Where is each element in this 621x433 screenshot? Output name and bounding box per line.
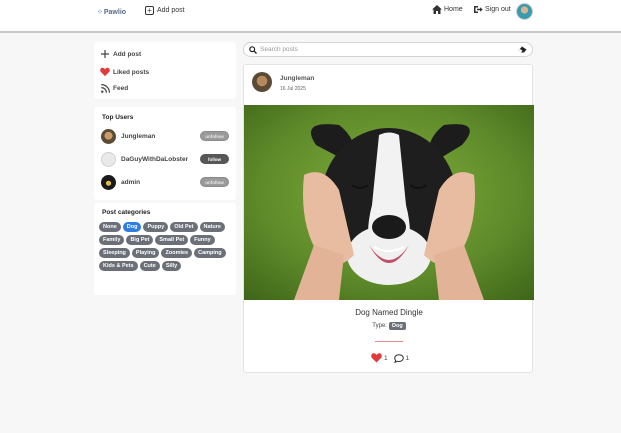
avatar[interactable] bbox=[101, 151, 116, 167]
plus-square-icon: + bbox=[145, 6, 154, 15]
like-button[interactable]: 1 bbox=[371, 353, 388, 363]
nav-sign-out-link[interactable]: Sign out bbox=[473, 5, 511, 14]
nav-add-post-label: Add post bbox=[157, 7, 185, 14]
top-user-row: admin unfollow bbox=[101, 174, 229, 190]
top-user-row: DaGuyWithDaLobster follow bbox=[101, 151, 229, 167]
top-user-name[interactable]: DaGuyWithDaLobster bbox=[121, 156, 200, 163]
category-tag[interactable]: Old Pet bbox=[170, 222, 198, 232]
rss-icon bbox=[100, 84, 110, 93]
category-tag[interactable]: Puppy bbox=[143, 222, 169, 232]
follow-button[interactable]: follow bbox=[200, 154, 229, 164]
category-tag[interactable]: Kids & Pets bbox=[99, 261, 138, 271]
post-stats: 1 1 bbox=[371, 353, 415, 363]
divider bbox=[375, 341, 403, 342]
sign-out-icon bbox=[474, 6, 483, 13]
search-input[interactable]: Search posts bbox=[260, 46, 518, 53]
like-count: 1 bbox=[384, 354, 388, 362]
category-tag-list: None Dog Puppy Old Pet Nature Family Big Pet Sm… bbox=[99, 222, 233, 271]
post-categories-title: Post categories bbox=[102, 209, 151, 216]
top-users-card: Top Users Jungleman unfollow DaGuyWithDa… bbox=[94, 107, 236, 200]
avatar[interactable] bbox=[101, 128, 116, 144]
plus-icon bbox=[100, 50, 110, 58]
post-type: Type: Dog bbox=[244, 322, 534, 330]
user-avatar[interactable] bbox=[516, 3, 533, 20]
sidebar-item-feed[interactable]: Feed bbox=[100, 84, 128, 93]
category-tag[interactable]: Silly bbox=[161, 261, 182, 271]
category-tag[interactable]: Zoomies bbox=[161, 248, 193, 258]
post-categories-card: Post categories None Dog Puppy Old Pet Natur… bbox=[94, 203, 236, 295]
top-user-name[interactable]: admin bbox=[121, 179, 200, 186]
post-type-label: Type: bbox=[372, 323, 387, 329]
nav-home-label: Home bbox=[444, 6, 463, 13]
nav-sign-out-label: Sign out bbox=[485, 6, 511, 13]
home-icon bbox=[432, 5, 442, 14]
post-type-badge[interactable]: Dog bbox=[388, 322, 406, 330]
top-navbar: ⁘ Pawlio + Add post Home Sign out bbox=[0, 0, 621, 33]
sidebar-menu: Add post Liked posts Feed bbox=[94, 42, 236, 99]
sidebar-item-label: Feed bbox=[113, 85, 129, 92]
top-users-title: Top Users bbox=[102, 114, 134, 121]
post-image[interactable] bbox=[244, 105, 534, 300]
top-user-name[interactable]: Jungleman bbox=[121, 133, 200, 140]
comment-button[interactable]: 1 bbox=[393, 353, 410, 363]
top-user-row: Jungleman unfollow bbox=[101, 128, 229, 144]
category-tag[interactable]: Small Pet bbox=[155, 235, 189, 245]
post-author[interactable]: Jungleman bbox=[280, 75, 314, 82]
category-tag[interactable]: Cute bbox=[139, 261, 160, 271]
unfollow-button[interactable]: unfollow bbox=[200, 177, 229, 187]
brand-logo[interactable]: ⁘ Pawlio bbox=[97, 8, 127, 17]
category-tag[interactable]: Family bbox=[99, 235, 125, 245]
category-tag[interactable]: Camping bbox=[194, 248, 226, 258]
sidebar-item-liked-posts[interactable]: Liked posts bbox=[100, 67, 149, 77]
post-date: 16 Jul 2025 bbox=[280, 86, 306, 92]
category-tag[interactable]: Big Pet bbox=[126, 235, 154, 245]
comment-icon bbox=[393, 353, 404, 363]
avatar[interactable] bbox=[101, 174, 116, 190]
search-bar[interactable]: Search posts bbox=[243, 42, 533, 57]
sidebar-item-label: Liked posts bbox=[113, 68, 150, 76]
category-tag[interactable]: Playing bbox=[131, 248, 160, 258]
eraser-icon[interactable] bbox=[518, 46, 527, 53]
avatar[interactable] bbox=[252, 72, 272, 92]
paw-icon: ⁘ bbox=[97, 9, 103, 16]
category-tag[interactable]: Nature bbox=[199, 222, 225, 232]
post-card[interactable]: Jungleman 16 Jul 2025 Dog Named Dingle T… bbox=[243, 64, 534, 373]
heart-icon bbox=[371, 353, 382, 363]
sidebar-item-add-post[interactable]: Add post bbox=[100, 50, 141, 58]
sidebar-item-label: Add post bbox=[113, 50, 142, 58]
nav-home-link[interactable]: Home bbox=[432, 5, 463, 14]
search-icon bbox=[249, 45, 257, 54]
category-tag[interactable]: Dog bbox=[122, 222, 142, 232]
heart-icon bbox=[100, 67, 110, 77]
nav-add-post-link[interactable]: + Add post bbox=[145, 6, 185, 15]
category-tag[interactable]: None bbox=[99, 222, 121, 232]
brand-name: Pawlio bbox=[103, 8, 127, 16]
category-tag[interactable]: Funny bbox=[190, 235, 215, 245]
unfollow-button[interactable]: unfollow bbox=[200, 131, 229, 141]
category-tag[interactable]: Sleeping bbox=[99, 248, 130, 258]
comment-count: 1 bbox=[405, 354, 410, 362]
post-title: Dog Named Dingle bbox=[355, 308, 423, 317]
